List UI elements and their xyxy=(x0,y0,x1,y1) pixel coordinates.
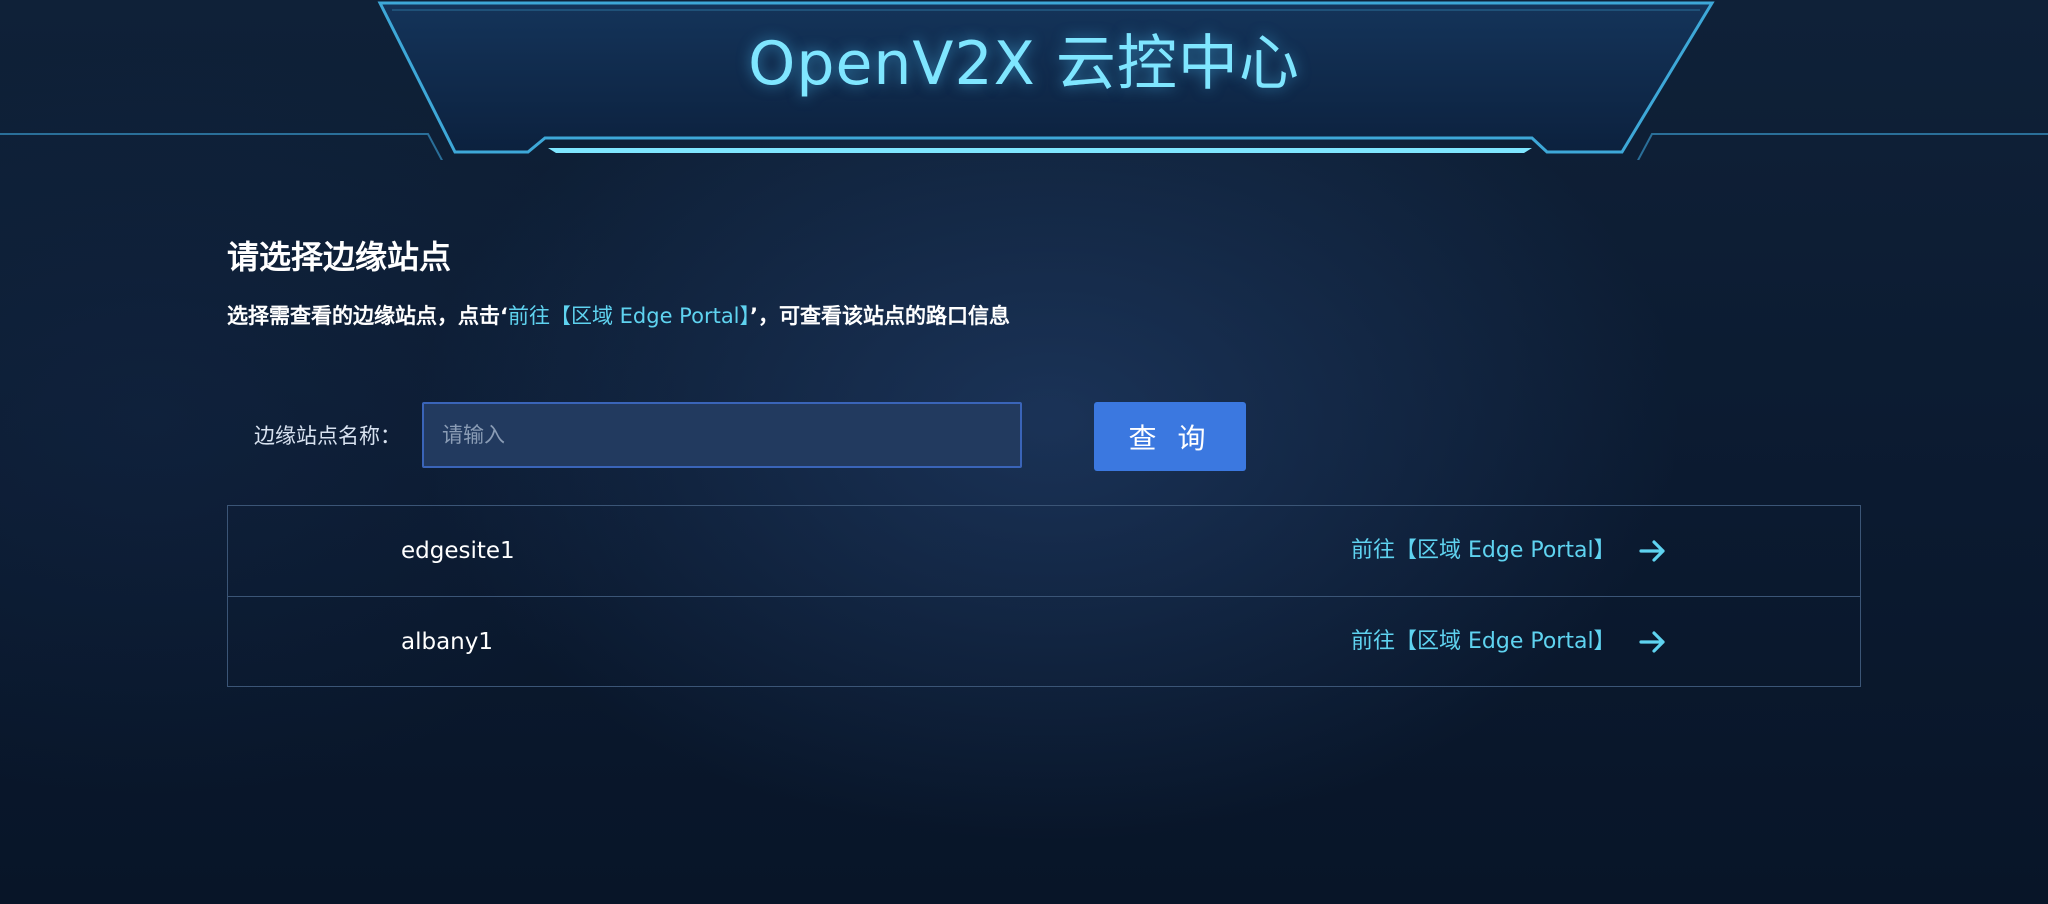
site-list: edgesite1 前往【区域 Edge Portal】 albany1 前往【… xyxy=(227,505,1861,687)
arrow-right-icon xyxy=(1638,540,1665,562)
site-name: edgesite1 xyxy=(401,538,515,564)
description-prefix: 选择需查看的边缘站点，点击‘ xyxy=(227,304,508,328)
page-description: 选择需查看的边缘站点，点击‘前往【区域 Edge Portal】’，可查看该站点… xyxy=(227,300,1010,332)
portal-link-label: 前往【区域 Edge Portal】 xyxy=(1351,629,1616,654)
page-title: 请选择边缘站点 xyxy=(227,238,452,276)
query-button[interactable]: 查 询 xyxy=(1094,402,1246,471)
site-name-label: 边缘站点名称： xyxy=(254,424,401,448)
site-row: albany1 前往【区域 Edge Portal】 xyxy=(228,596,1860,686)
site-name: albany1 xyxy=(401,629,493,655)
description-suffix: ’，可查看该站点的路口信息 xyxy=(750,304,1011,328)
go-to-edge-portal-link[interactable]: 前往【区域 Edge Portal】 xyxy=(1351,531,1668,571)
site-row: edgesite1 前往【区域 Edge Portal】 xyxy=(228,506,1860,596)
portal-link-label: 前往【区域 Edge Portal】 xyxy=(1351,538,1616,563)
description-link-hint: 前往【区域 Edge Portal】 xyxy=(507,304,751,328)
app-title: OpenV2X 云控中心 xyxy=(748,29,1300,99)
arrow-right-icon xyxy=(1638,631,1665,653)
site-name-input[interactable] xyxy=(422,402,1022,468)
go-to-edge-portal-link[interactable]: 前往【区域 Edge Portal】 xyxy=(1351,622,1668,662)
